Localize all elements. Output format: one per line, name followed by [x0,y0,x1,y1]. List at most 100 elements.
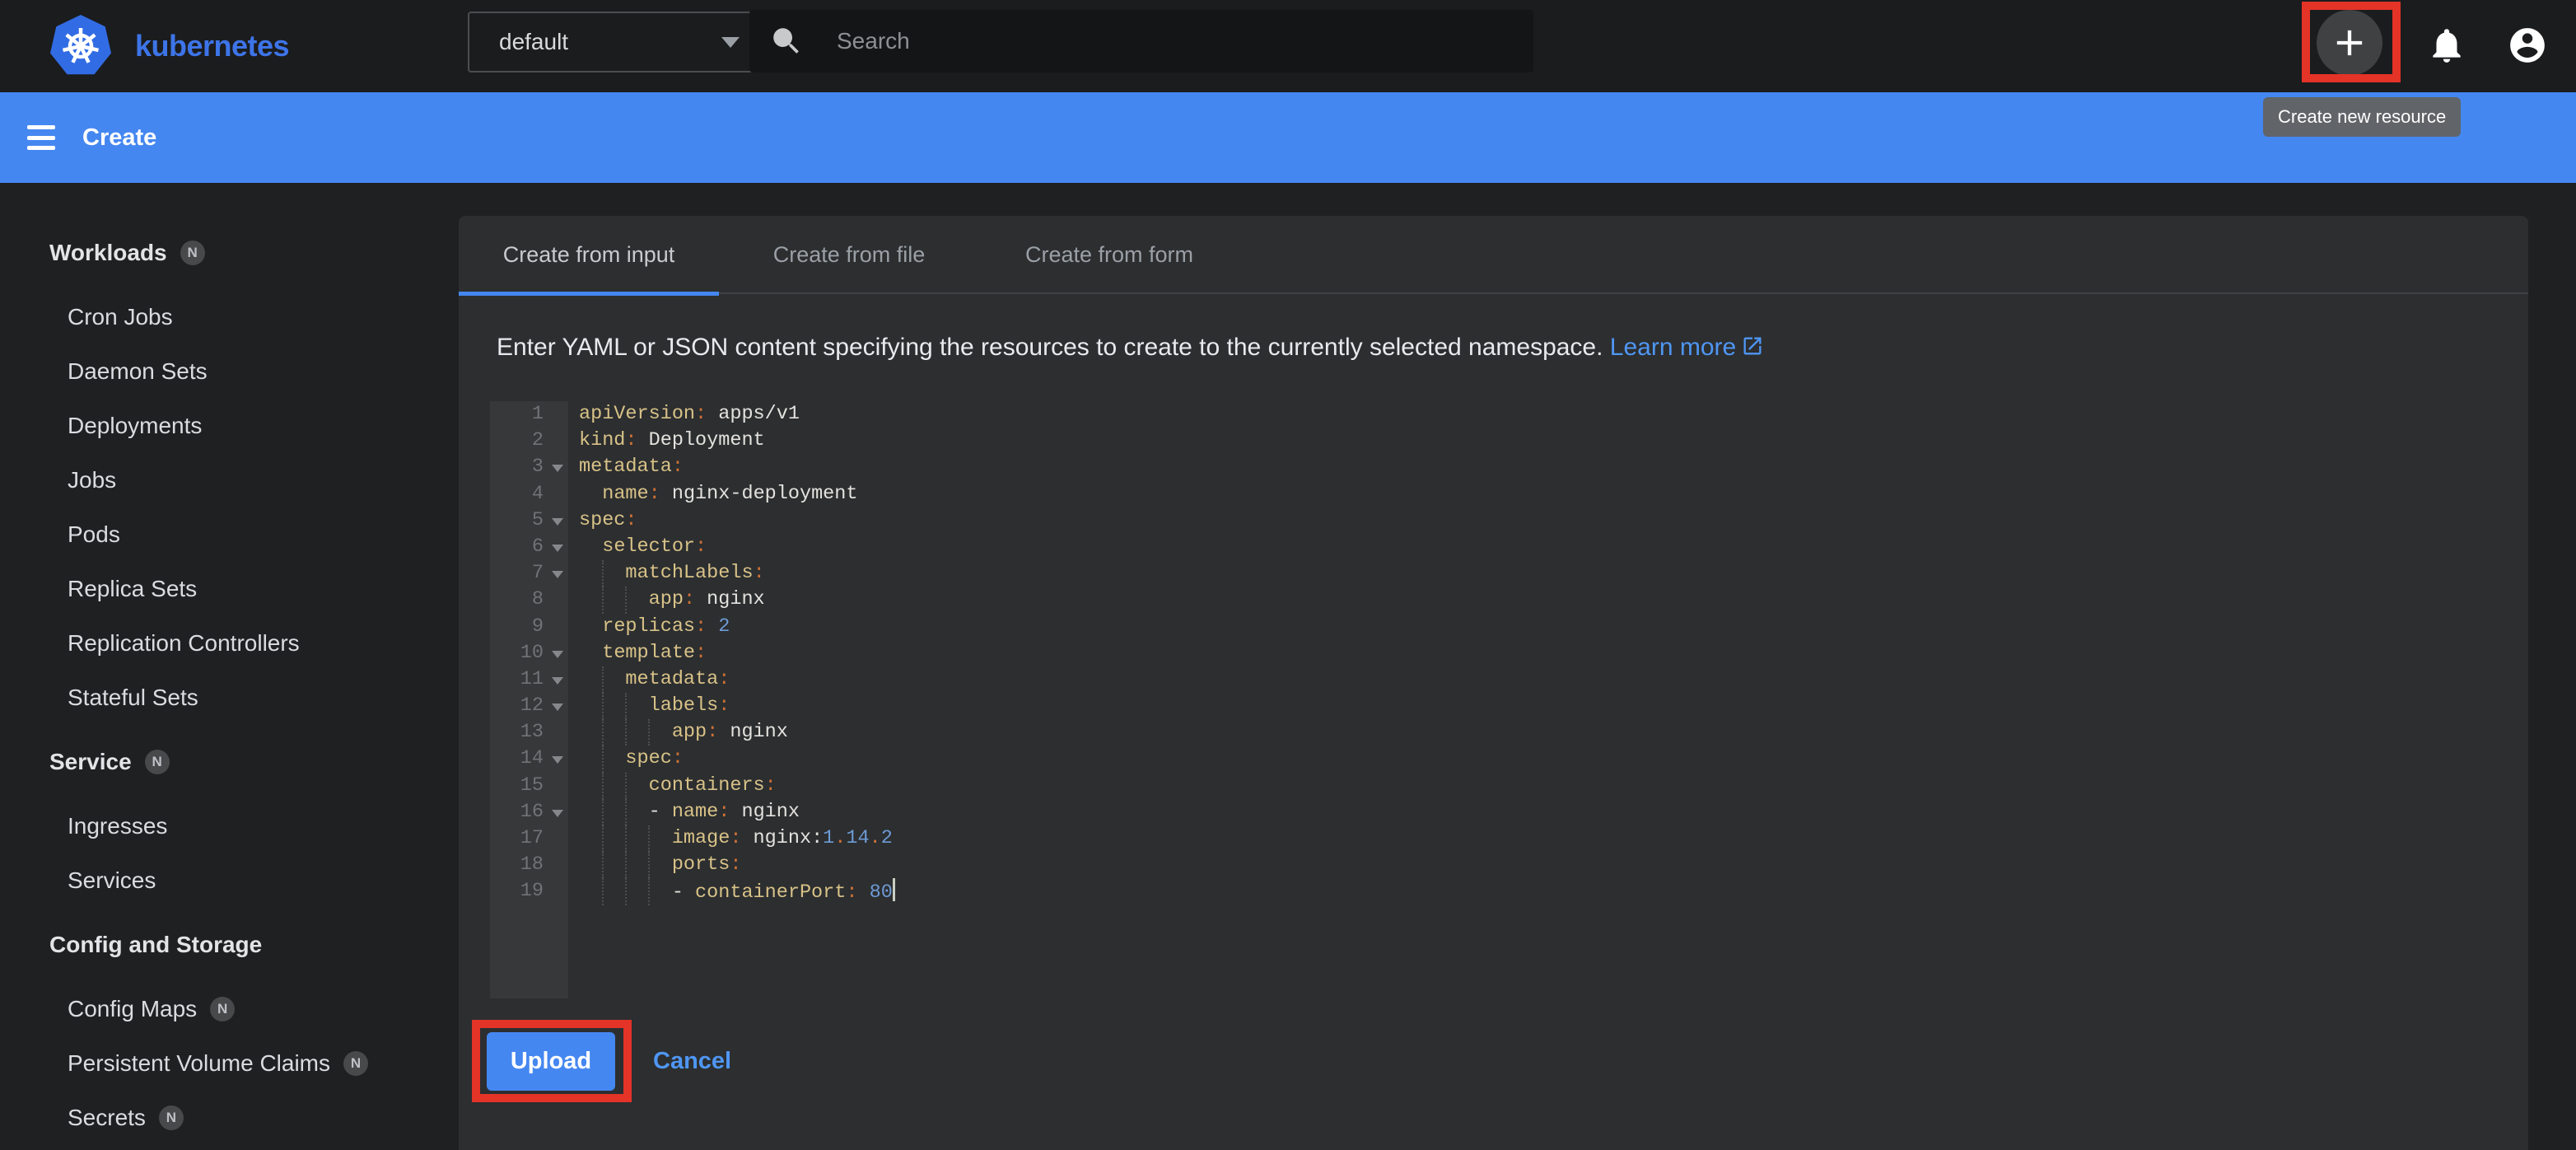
line-number: 14 [490,746,568,772]
sidebar-item-cron-jobs[interactable]: Cron Jobs [0,290,459,344]
sidebar-item-persistent-volume-claims[interactable]: Persistent Volume ClaimsN [0,1036,459,1091]
brand-home-link[interactable]: kubernetes [48,13,289,79]
code-line: app: nginx [568,719,2525,746]
indent-guide [602,746,604,772]
code-line: selector: [568,534,2525,560]
sidebar-item-deployments[interactable]: Deployments [0,399,459,453]
menu-button[interactable] [27,125,55,150]
indent-guide [602,560,604,587]
search-bar [749,10,1533,72]
indent-guide [648,719,650,746]
sidebar-item-label: Replication Controllers [68,630,300,657]
app-bar: Create [0,92,2576,183]
sidebar-item-label: Persistent Volume Claims [68,1050,330,1077]
code-line: image: nginx:1.14.2 [568,825,2525,852]
fold-arrow-icon[interactable] [552,571,563,578]
sidebar-item-secrets[interactable]: Secrets N [0,1091,459,1145]
fold-arrow-icon[interactable] [552,518,563,526]
indent-guide [602,719,604,746]
sidebar-group-header[interactable]: WorkloadsN [0,226,459,280]
tab-create-from-input[interactable]: Create from input [459,216,719,294]
sidebar-item-ingresses[interactable]: Ingresses [0,799,459,853]
namespace-value: default [499,29,721,55]
text-cursor [893,878,895,901]
notifications-button[interactable] [2426,25,2467,66]
line-number: 12 [490,693,568,719]
sidebar-item-replication-controllers[interactable]: Replication Controllers [0,616,459,671]
sidebar-item-label: Secrets [68,1105,146,1131]
search-input[interactable] [837,28,1496,54]
namespaced-badge: N [145,750,170,774]
line-number: 4 [490,481,568,507]
sidebar-item-stateful-sets[interactable]: Stateful Sets [0,671,459,725]
code-line: template: [568,640,2525,666]
fold-arrow-icon[interactable] [552,677,563,685]
description-text: Enter YAML or JSON content specifying th… [497,334,1603,361]
sidebar-item-config-maps[interactable]: Config Maps N [0,982,459,1036]
yaml-editor[interactable]: 12345678910111213141516171819 apiVersion… [490,401,2525,998]
account-button[interactable] [2507,25,2548,66]
sidebar-item-pods[interactable]: Pods [0,507,459,562]
fold-arrow-icon[interactable] [552,545,563,552]
fold-arrow-icon[interactable] [552,704,563,711]
line-number: 5 [490,507,568,534]
brand-name: kubernetes [135,29,289,63]
line-number: 11 [490,666,568,693]
sidebar-group-header[interactable]: Config and Storage [0,918,459,972]
indent-guide [602,825,604,852]
tab-create-from-file[interactable]: Create from file [719,216,979,294]
editor-gutter: 12345678910111213141516171819 [490,401,568,998]
create-new-resource-button[interactable] [2317,10,2382,76]
indent-guide [625,719,627,746]
sidebar-item-label: Config Maps [68,996,197,1022]
sidebar-item-replica-sets[interactable]: Replica Sets [0,562,459,616]
sidebar-group-header[interactable]: ServiceN [0,735,459,789]
upload-button[interactable]: Upload [487,1032,615,1091]
line-number: 16 [490,799,568,825]
code-line: replicas: 2 [568,614,2525,640]
sidebar-item-label: Jobs [68,467,116,493]
code-line: - containerPort: 80 [568,878,2525,905]
line-number: 6 [490,534,568,560]
learn-more-link[interactable]: Learn more [1610,334,1764,361]
external-link-icon [1741,334,1764,358]
sidebar-item-jobs[interactable]: Jobs [0,453,459,507]
top-bar: kubernetes default [0,0,2576,92]
indent-guide [602,799,604,825]
code-line: kind: Deployment [568,428,2525,454]
code-line: containers: [568,773,2525,799]
code-line: labels: [568,693,2525,719]
indent-guide [602,852,604,878]
indent-guide [625,587,627,613]
namespaced-badge: N [180,241,205,265]
sidebar-item-label: Services [68,867,156,894]
code-line: app: nginx [568,587,2525,613]
sidebar-item-label: Pods [68,521,120,548]
line-number: 2 [490,428,568,454]
fold-arrow-icon[interactable] [552,465,563,472]
tab-bar: Create from inputCreate from fileCreate … [459,216,2528,294]
editor-description: Enter YAML or JSON content specifying th… [497,334,1764,362]
tab-create-from-form[interactable]: Create from form [979,216,1239,294]
line-number: 3 [490,454,568,480]
sidebar-item-services[interactable]: Services [0,853,459,908]
namespaced-badge: N [210,997,235,1021]
plus-icon [2328,21,2371,64]
namespaced-badge: N [159,1106,184,1130]
code-line: metadata: [568,454,2525,480]
code-line: metadata: [568,666,2525,693]
account-circle-icon [2507,25,2548,66]
line-number: 17 [490,825,568,852]
code-line: ports: [568,852,2525,878]
fold-arrow-icon[interactable] [552,756,563,764]
cancel-button[interactable]: Cancel [653,1032,731,1091]
indent-guide [648,878,650,905]
sidebar-item-daemon-sets[interactable]: Daemon Sets [0,344,459,399]
line-number: 13 [490,719,568,746]
chevron-down-icon [721,37,740,48]
fold-arrow-icon[interactable] [552,651,563,658]
indent-guide [602,666,604,693]
namespace-selector[interactable]: default [468,12,764,72]
indent-guide [602,587,604,613]
fold-arrow-icon[interactable] [552,810,563,817]
